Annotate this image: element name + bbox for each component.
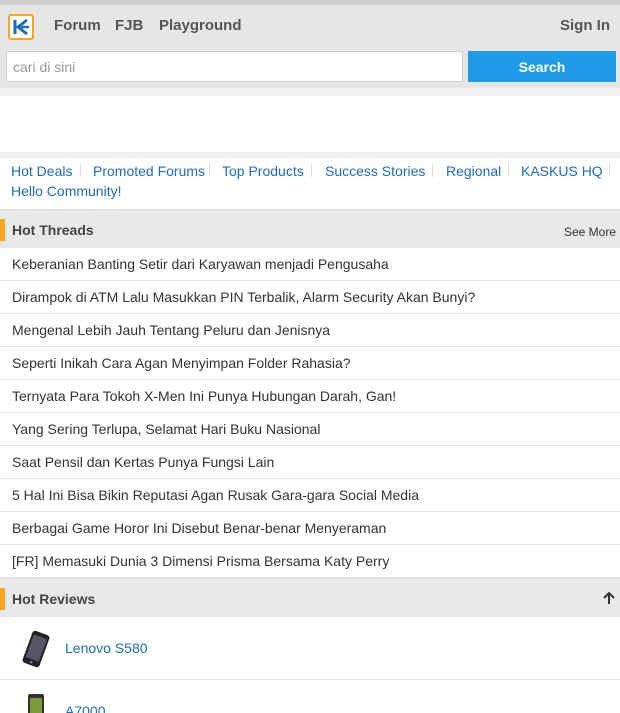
thread-item[interactable]: Mengenal Lebih Jauh Tentang Peluru dan J… [0,314,620,347]
section-accent [0,588,5,610]
banner-area [0,96,620,152]
divider [80,163,81,177]
category-nav: Hot Deals Promoted Forums Top Products S… [0,158,620,208]
section-accent [0,219,5,241]
top-navbar: Forum FJB Playground Sign In [0,0,620,46]
divider [609,163,610,177]
thread-title: Ternyata Para Tokoh X-Men Ini Punya Hubu… [12,388,397,404]
thread-item[interactable]: Yang Sering Terlupa, Selamat Hari Buku N… [0,413,620,446]
divider [209,163,210,177]
thread-title: Dirampok di ATM Lalu Masukkan PIN Terbal… [12,289,476,305]
category-top-products[interactable]: Top Products [222,163,304,179]
category-hello-community[interactable]: Hello Community! [11,183,121,199]
search-bar: Search [0,46,620,88]
nav-forum[interactable]: Forum [54,17,101,34]
hot-threads-header: Hot Threads See More [0,209,620,249]
category-regional[interactable]: Regional [446,163,501,179]
nav-playground[interactable]: Playground [159,17,242,34]
phone-thumbnail-icon [22,630,50,668]
thread-item[interactable]: Seperti Inikah Cara Agan Menyimpan Folde… [0,347,620,380]
search-input[interactable] [6,51,463,82]
section-title: Hot Threads [12,222,94,238]
section-title: Hot Reviews [12,591,96,607]
review-item[interactable]: A7000 [0,680,620,713]
divider [0,88,620,96]
review-name: Lenovo S580 [65,640,148,656]
nav-fjb[interactable]: FJB [115,17,143,34]
thread-item[interactable]: Saat Pensil dan Kertas Punya Fungsi Lain [0,446,620,479]
divider [432,163,433,177]
category-hot-deals[interactable]: Hot Deals [11,163,72,179]
thread-title: Berbagai Game Horor Ini Disebut Benar-be… [12,520,387,536]
search-button[interactable]: Search [468,51,616,82]
thread-title: 5 Hal Ini Bisa Bikin Reputasi Agan Rusak… [12,487,419,503]
thread-item[interactable]: [FR] Memasuki Dunia 3 Dimensi Prisma Ber… [0,545,620,578]
divider [311,163,312,177]
thread-item[interactable]: Berbagai Game Horor Ini Disebut Benar-be… [0,512,620,545]
thread-title: Mengenal Lebih Jauh Tentang Peluru dan J… [12,322,331,338]
thread-item[interactable]: Dirampok di ATM Lalu Masukkan PIN Terbal… [0,281,620,314]
thread-title: Seperti Inikah Cara Agan Menyimpan Folde… [12,355,351,371]
review-name: A7000 [65,703,106,713]
thread-item[interactable]: Ternyata Para Tokoh X-Men Ini Punya Hubu… [0,380,620,413]
review-item[interactable]: Lenovo S580 [0,617,620,680]
phone-thumbnail-icon [28,694,44,713]
category-kaskus-hq[interactable]: KASKUS HQ [521,163,603,179]
thread-title: [FR] Memasuki Dunia 3 Dimensi Prisma Ber… [12,553,390,569]
divider [508,163,509,177]
thread-item[interactable]: Keberanian Banting Setir dari Karyawan m… [0,248,620,281]
category-success-stories[interactable]: Success Stories [325,163,425,179]
category-promoted-forums[interactable]: Promoted Forums [93,163,205,179]
sign-in-link[interactable]: Sign In [560,17,610,34]
kaskus-logo-icon[interactable] [8,14,34,40]
see-more-link[interactable]: See More [564,225,616,239]
thread-item[interactable]: 5 Hal Ini Bisa Bikin Reputasi Agan Rusak… [0,479,620,512]
arrow-up-icon[interactable] [602,589,616,607]
thread-title: Saat Pensil dan Kertas Punya Fungsi Lain [12,454,275,470]
thread-title: Keberanian Banting Setir dari Karyawan m… [12,256,389,272]
thread-title: Yang Sering Terlupa, Selamat Hari Buku N… [12,421,321,437]
hot-reviews-header: Hot Reviews [0,578,620,618]
